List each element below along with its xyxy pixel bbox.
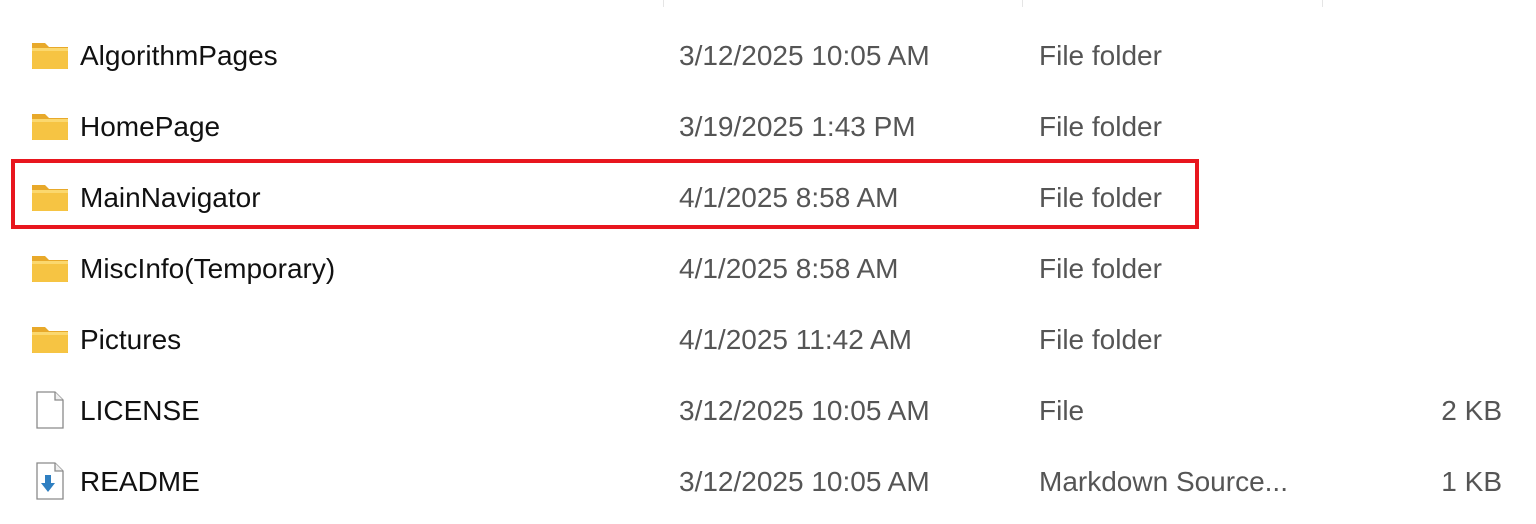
file-date-modified: 3/12/2025 10:05 AM [679, 395, 930, 426]
file-name: HomePage [80, 111, 221, 142]
file-row[interactable]: HomePage 3/19/2025 1:43 PM File folder [0, 91, 1536, 162]
markdown-file-icon [30, 461, 70, 501]
folder-icon [30, 319, 70, 359]
file-row[interactable]: LICENSE 3/12/2025 10:05 AM File 2 KB [0, 375, 1536, 446]
folder-icon [30, 248, 70, 288]
file-date-modified: 3/12/2025 10:05 AM [679, 40, 930, 71]
file-name: MiscInfo(Temporary) [80, 253, 336, 284]
file-type: File folder [1039, 182, 1162, 213]
file-date-modified: 4/1/2025 11:42 AM [679, 324, 912, 355]
file-list: AlgorithmPages 3/12/2025 10:05 AM File f… [0, 20, 1536, 517]
file-type: File folder [1039, 253, 1162, 284]
folder-icon [30, 35, 70, 75]
file-type: File [1039, 395, 1085, 426]
file-name: AlgorithmPages [80, 40, 278, 71]
file-icon [30, 390, 70, 430]
file-row[interactable]: MainNavigator 4/1/2025 8:58 AM File fold… [0, 162, 1536, 233]
file-row[interactable]: README 3/12/2025 10:05 AM Markdown Sourc… [0, 446, 1536, 517]
file-name: Pictures [80, 324, 182, 355]
file-date-modified: 3/19/2025 1:43 PM [679, 111, 916, 142]
file-size: 1 KB [1441, 466, 1502, 497]
column-separator-date[interactable] [663, 0, 664, 7]
file-type: File folder [1039, 40, 1162, 71]
file-name: MainNavigator [80, 182, 261, 213]
file-date-modified: 3/12/2025 10:05 AM [679, 466, 930, 497]
file-type: Markdown Source... [1039, 466, 1288, 497]
file-date-modified: 4/1/2025 8:58 AM [679, 253, 899, 284]
folder-icon [30, 106, 70, 146]
file-row[interactable]: Pictures 4/1/2025 11:42 AM File folder [0, 304, 1536, 375]
file-date-modified: 4/1/2025 8:58 AM [679, 182, 899, 213]
file-name: README [80, 466, 200, 497]
folder-icon [30, 177, 70, 217]
column-separator-type[interactable] [1022, 0, 1023, 7]
file-type: File folder [1039, 111, 1162, 142]
file-row[interactable]: MiscInfo(Temporary) 4/1/2025 8:58 AM Fil… [0, 233, 1536, 304]
file-row[interactable]: AlgorithmPages 3/12/2025 10:05 AM File f… [0, 20, 1536, 91]
file-name: LICENSE [80, 395, 200, 426]
column-separator-size[interactable] [1322, 0, 1323, 7]
file-type: File folder [1039, 324, 1162, 355]
file-size: 2 KB [1441, 395, 1502, 426]
